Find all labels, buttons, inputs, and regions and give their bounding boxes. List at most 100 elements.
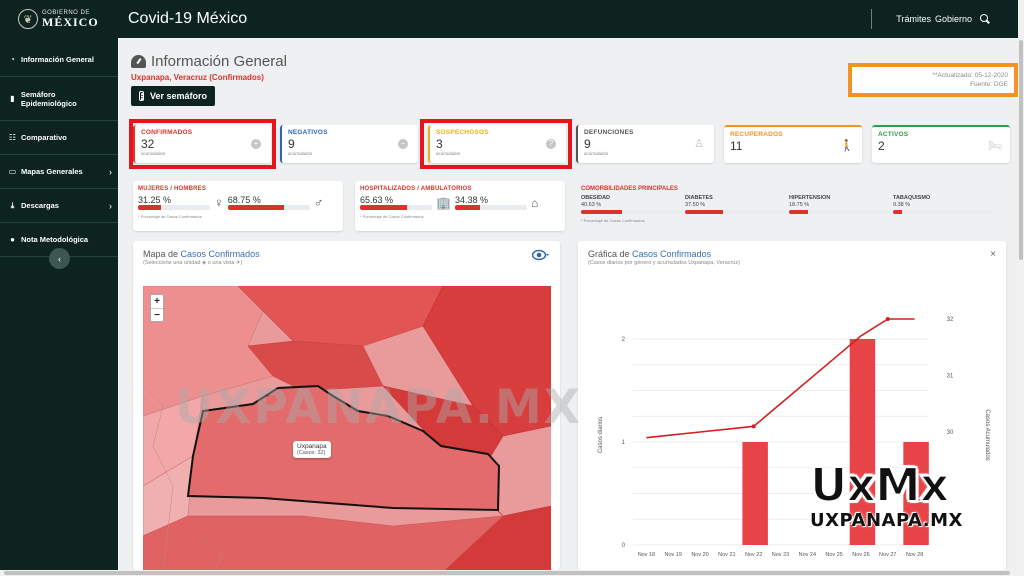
gender-note: * Porcentaje de Casos Confirmados xyxy=(138,214,202,219)
comorbidity-bar-fill xyxy=(789,210,808,214)
stat-card-confirmados[interactable]: CONFIRMADOS 32 acumulados + xyxy=(133,125,271,163)
stat-card-negativos[interactable]: NEGATIVOS 9 acumulados − xyxy=(280,125,418,163)
x-tick-label: Nov 24 xyxy=(799,552,816,558)
comorbidity-hipertension: HIPERTENSION 18.75 % xyxy=(789,195,893,214)
sidebar-item-label: Mapas Generales xyxy=(21,167,83,176)
info-icon: ● xyxy=(10,235,15,244)
stat-label: RECUPERADOS xyxy=(730,131,783,138)
x-tick-label: Nov 26 xyxy=(852,552,869,558)
vertical-scrollbar[interactable] xyxy=(1018,0,1024,576)
stat-recuperados-icon: 🚶 xyxy=(840,139,854,152)
y-right-tick-label: 32 xyxy=(947,317,954,323)
main-content: Información General Uxpanapa, Veracruz (… xyxy=(118,38,1018,570)
stat-label: ACTIVOS xyxy=(878,131,909,138)
y-right-tick-label: 31 xyxy=(947,374,954,380)
government-logo[interactable]: ❦ GOBIERNO DE MÉXICO xyxy=(0,0,118,38)
eye-icon[interactable] xyxy=(531,249,550,261)
zoom-out-button[interactable]: − xyxy=(151,308,163,321)
horizontal-scrollbar[interactable] xyxy=(0,570,1018,576)
ambulatory-bar-fill xyxy=(454,205,480,210)
tooltip-cases: (Casos: 32) xyxy=(297,450,326,456)
stat-sospechosos-icon: ? xyxy=(546,139,556,149)
x-tick-label: Nov 27 xyxy=(879,552,896,558)
map-panel: Mapa de Casos Confirmados (Seleccione un… xyxy=(133,241,560,570)
chevron-right-icon: › xyxy=(109,166,112,177)
comorbidity-value: 9.38 % xyxy=(893,202,911,208)
comorbidity-bar xyxy=(789,210,889,214)
cumulative-point xyxy=(751,424,756,429)
hospital-icon: 🏢 xyxy=(436,195,451,210)
stat-value: 11 xyxy=(730,139,743,153)
horizontal-scrollbar-thumb[interactable] xyxy=(4,571,1010,575)
x-tick-label: Nov 19 xyxy=(665,552,682,558)
choropleth-map[interactable]: + − Uxpanapa (Casos: 32) xyxy=(143,286,551,570)
bar-nov-22 xyxy=(742,442,768,545)
stat-card-activos[interactable]: ACTIVOS 2 🛏 xyxy=(872,125,1010,163)
sidebar-item-descargas[interactable]: ⤓ Descargas › xyxy=(0,189,118,223)
chart-title-a: Gráfica de xyxy=(588,249,630,259)
men-percent: 68.75 % xyxy=(227,195,261,205)
home-icon: ⌂ xyxy=(530,195,539,210)
search-icon[interactable] xyxy=(980,14,990,24)
map-panel-subtitle: (Seleccione una unidad ◈ o una vista ✈) xyxy=(143,260,243,266)
comorbidity-tabaquismo: TABAQUISMO 9.38 % xyxy=(893,195,997,214)
stat-card-recuperados[interactable]: RECUPERADOS 11 🚶 xyxy=(724,125,862,163)
women-bar-fill xyxy=(138,205,161,210)
comorbidity-value: 18.75 % xyxy=(789,202,810,208)
stat-label: CONFIRMADOS xyxy=(141,129,193,136)
cumulative-point xyxy=(885,317,890,321)
app-title: Covid-19 México xyxy=(128,10,248,27)
y-right-axis-label: Casos Acumulados xyxy=(984,409,990,460)
hospitalized-bar xyxy=(360,205,432,210)
vertical-scrollbar-thumb[interactable] xyxy=(1019,40,1023,260)
x-tick-label: Nov 23 xyxy=(772,552,789,558)
close-icon[interactable]: × xyxy=(990,249,996,260)
sidebar-item-label: Información General xyxy=(21,55,94,64)
map-zoom-control: + − xyxy=(150,294,164,322)
stat-card-defunciones[interactable]: DEFUNCIONES 9 acumulados ♙ xyxy=(576,125,714,163)
ver-semaforo-button[interactable]: Ver semáforo xyxy=(131,86,216,106)
page-title: Información General xyxy=(131,53,287,70)
x-tick-label: Nov 21 xyxy=(718,552,735,558)
male-icon: ♂ xyxy=(313,195,324,210)
sidebar-item-mapas-generales[interactable]: ▭ Mapas Generales › xyxy=(0,155,118,189)
x-tick-label: Nov 18 xyxy=(638,552,655,558)
daily-cases-chart: 0 1 2 30 31 32 Casos diarios Casos Acumulados No… xyxy=(598,317,990,558)
comorbidity-label: DIABETES xyxy=(685,195,713,201)
hospitalized-percent: 65.63 % xyxy=(360,195,394,205)
map-title-b: Casos Confirmados xyxy=(180,249,260,259)
stat-sub: acumulados xyxy=(288,151,313,156)
nav-link-tramites[interactable]: Trámites xyxy=(896,14,931,24)
chart-panel-subtitle: (Casos diarios por género y acumulados U… xyxy=(588,260,740,266)
comorbidity-label: HIPERTENSION xyxy=(789,195,831,201)
sidebar-item-informacion-general[interactable]: ◔ Información General xyxy=(0,43,118,77)
sidebar-collapse-button[interactable]: ‹ xyxy=(49,248,70,269)
y-tick-label: 0 xyxy=(622,543,626,549)
y-axis-label: Casos diarios xyxy=(598,417,604,453)
chart-panel: Gráfica de Casos Confirmados (Casos diar… xyxy=(578,241,1006,570)
traffic-light-icon xyxy=(139,91,144,101)
sidebar-item-comparativo[interactable]: ☷ Comparativo xyxy=(0,121,118,155)
x-tick-label: Nov 20 xyxy=(691,552,708,558)
comorbidity-obesidad: OBESIDAD 40.63 % xyxy=(581,195,685,214)
stat-card-sospechosos[interactable]: SOSPECHOSOS 3 acumulados? xyxy=(428,125,566,163)
stat-negativos-icon: − xyxy=(398,139,408,149)
nav-link-gobierno[interactable]: Gobierno xyxy=(935,14,972,24)
map-panel-title: Mapa de Casos Confirmados xyxy=(143,249,260,259)
download-icon: ⤓ xyxy=(10,200,15,210)
ambulatory-percent: 34.38 % xyxy=(454,195,488,205)
comorbidity-diabetes: DIABETES 37.50 % xyxy=(685,195,789,214)
zoom-in-button[interactable]: + xyxy=(151,295,163,308)
comorbidity-bar-fill xyxy=(685,210,723,214)
x-tick-label: Nov 22 xyxy=(745,552,762,558)
chevron-right-icon: › xyxy=(109,200,112,211)
stat-value: 32 xyxy=(141,137,155,151)
x-tick-label: Nov 28 xyxy=(906,552,923,558)
bar-nov-28 xyxy=(903,442,929,545)
sidebar: ◔ Información General ▮ Semáforo Epidemi… xyxy=(0,38,118,576)
comorbidity-bar-fill xyxy=(581,210,622,214)
comorbidities-title: COMORBILIDADES PRINCIPALES xyxy=(581,186,678,192)
sidebar-item-semaforo[interactable]: ▮ Semáforo Epidemiológico xyxy=(0,77,118,121)
bar-nov-26 xyxy=(849,339,876,545)
page-title-text: Información General xyxy=(151,53,287,70)
